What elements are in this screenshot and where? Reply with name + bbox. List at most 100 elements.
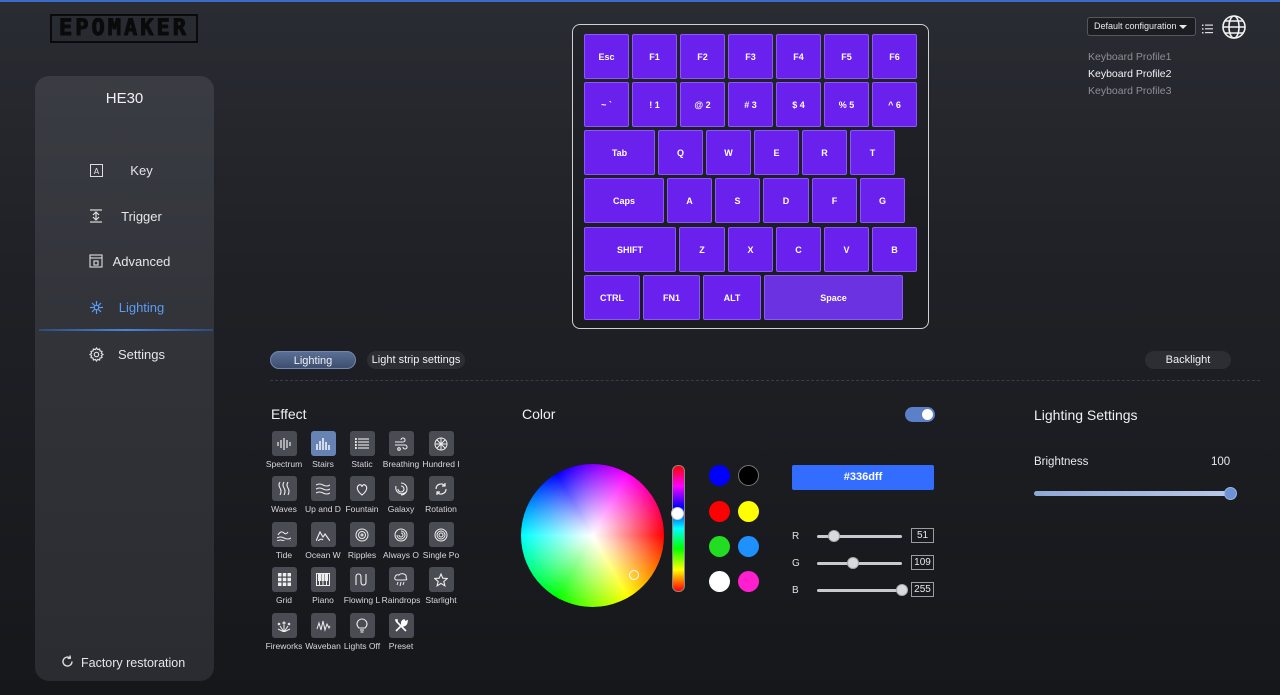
effect-rotation[interactable]: Rotation	[421, 476, 461, 514]
effect-starlight[interactable]: Starlight	[421, 567, 461, 605]
effect-galaxy[interactable]: Galaxy	[381, 476, 421, 514]
key-f[interactable]: F	[812, 178, 857, 223]
effect-static[interactable]: Static	[342, 431, 382, 469]
b-value[interactable]: 255	[911, 582, 934, 597]
configuration-select[interactable]: Default configuration	[1087, 17, 1196, 36]
color-swatch[interactable]	[709, 571, 730, 592]
effect-single-po[interactable]: Single Po	[421, 522, 461, 560]
effect-spectrum[interactable]: Spectrum	[264, 431, 304, 469]
tab-backlight[interactable]: Backlight	[1145, 351, 1231, 369]
key-r[interactable]: R	[802, 130, 847, 175]
key-alt[interactable]: ALT	[703, 275, 761, 320]
effect-flowing-l[interactable]: Flowing L	[342, 567, 382, 605]
key-[interactable]: ~ `	[584, 82, 629, 127]
color-wheel-handle[interactable]	[629, 570, 639, 580]
effect-preset[interactable]: Preset	[381, 613, 421, 651]
g-slider-track[interactable]	[817, 562, 902, 565]
key-a[interactable]: A	[667, 178, 712, 223]
effect-hundred-i[interactable]: Hundred I	[421, 431, 461, 469]
effect-fireworks[interactable]: Fireworks	[264, 613, 304, 651]
key-f2[interactable]: F2	[680, 34, 725, 79]
color-swatch[interactable]	[709, 501, 730, 522]
tab-light-strip-settings[interactable]: Light strip settings	[367, 351, 465, 369]
key-6[interactable]: ^ 6	[872, 82, 917, 127]
sidebar-item-key[interactable]: A Key	[35, 150, 214, 190]
key-ctrl[interactable]: CTRL	[584, 275, 640, 320]
key-shift[interactable]: SHIFT	[584, 227, 676, 272]
key-f5[interactable]: F5	[824, 34, 869, 79]
effect-ocean-w[interactable]: Ocean W	[303, 522, 343, 560]
r-value[interactable]: 51	[911, 528, 934, 543]
profile-item-2[interactable]: Keyboard Profile2	[1088, 68, 1171, 80]
key-4[interactable]: $ 4	[776, 82, 821, 127]
b-slider-track[interactable]	[817, 589, 902, 592]
key-q[interactable]: Q	[658, 130, 703, 175]
color-swatch[interactable]	[709, 536, 730, 557]
list-icon[interactable]	[1202, 21, 1213, 39]
r-slider-knob[interactable]	[828, 530, 840, 542]
color-toggle[interactable]	[905, 407, 935, 422]
key-v[interactable]: V	[824, 227, 869, 272]
color-swatch[interactable]	[738, 465, 759, 486]
effect-breathing[interactable]: Breathing	[381, 431, 421, 469]
key-3[interactable]: # 3	[728, 82, 773, 127]
profile-item-3[interactable]: Keyboard Profile3	[1088, 85, 1171, 97]
effect-raindrops[interactable]: Raindrops	[381, 567, 421, 605]
b-slider-knob[interactable]	[896, 584, 908, 596]
key-z[interactable]: Z	[679, 227, 725, 272]
key-f4[interactable]: F4	[776, 34, 821, 79]
key-f6[interactable]: F6	[872, 34, 917, 79]
color-swatch[interactable]	[738, 501, 759, 522]
key-e[interactable]: E	[754, 130, 799, 175]
key-w[interactable]: W	[706, 130, 751, 175]
key-space[interactable]: Space	[764, 275, 903, 320]
effect-piano[interactable]: Piano	[303, 567, 343, 605]
color-swatch[interactable]	[738, 571, 759, 592]
globe-icon[interactable]	[1221, 14, 1247, 45]
sidebar-item-settings[interactable]: Settings	[35, 334, 214, 374]
g-value[interactable]: 109	[911, 555, 934, 570]
effect-grid[interactable]: Grid	[264, 567, 304, 605]
effect-up-and-d[interactable]: Up and D	[303, 476, 343, 514]
sidebar-item-advanced[interactable]: Advanced	[35, 241, 214, 281]
key-f1[interactable]: F1	[632, 34, 677, 79]
effect-waveban[interactable]: Waveban	[303, 613, 343, 651]
hue-slider-handle[interactable]	[671, 507, 684, 520]
key-fn1[interactable]: FN1	[643, 275, 700, 320]
color-wheel[interactable]	[521, 464, 664, 607]
key-g[interactable]: G	[860, 178, 905, 223]
key-5[interactable]: % 5	[824, 82, 869, 127]
key-d[interactable]: D	[763, 178, 809, 223]
key-2[interactable]: @ 2	[680, 82, 725, 127]
factory-restoration-button[interactable]: Factory restoration	[61, 655, 185, 671]
color-swatch[interactable]	[738, 536, 759, 557]
effect-waves[interactable]: Waves	[264, 476, 304, 514]
brightness-slider-track[interactable]	[1034, 491, 1232, 496]
effect-tide[interactable]: Tide	[264, 522, 304, 560]
key-f3[interactable]: F3	[728, 34, 773, 79]
key-c[interactable]: C	[776, 227, 821, 272]
tab-lighting[interactable]: Lighting	[270, 351, 356, 369]
key-s[interactable]: S	[715, 178, 760, 223]
effect-stairs[interactable]: Stairs	[303, 431, 343, 469]
g-slider-knob[interactable]	[847, 557, 860, 569]
key-t[interactable]: T	[850, 130, 895, 175]
key-esc[interactable]: Esc	[584, 34, 629, 79]
color-swatch[interactable]	[709, 465, 730, 486]
key-x[interactable]: X	[728, 227, 773, 272]
sidebar-item-lighting[interactable]: Lighting	[35, 287, 214, 327]
sidebar-item-label: Trigger	[121, 208, 162, 224]
profile-item-1[interactable]: Keyboard Profile1	[1088, 51, 1171, 63]
hue-slider[interactable]	[672, 465, 685, 592]
effect-always-o[interactable]: Always O	[381, 522, 421, 560]
effect-lights-off[interactable]: Lights Off	[342, 613, 382, 651]
key-b[interactable]: B	[872, 227, 917, 272]
brightness-slider-knob[interactable]	[1224, 487, 1237, 500]
key-1[interactable]: ! 1	[632, 82, 677, 127]
key-caps[interactable]: Caps	[584, 178, 664, 223]
hex-color-value[interactable]: #336dff	[792, 465, 934, 490]
effect-ripples[interactable]: Ripples	[342, 522, 382, 560]
effect-fountain[interactable]: Fountain	[342, 476, 382, 514]
key-tab[interactable]: Tab	[584, 130, 655, 175]
sidebar-item-trigger[interactable]: Trigger	[35, 196, 214, 236]
